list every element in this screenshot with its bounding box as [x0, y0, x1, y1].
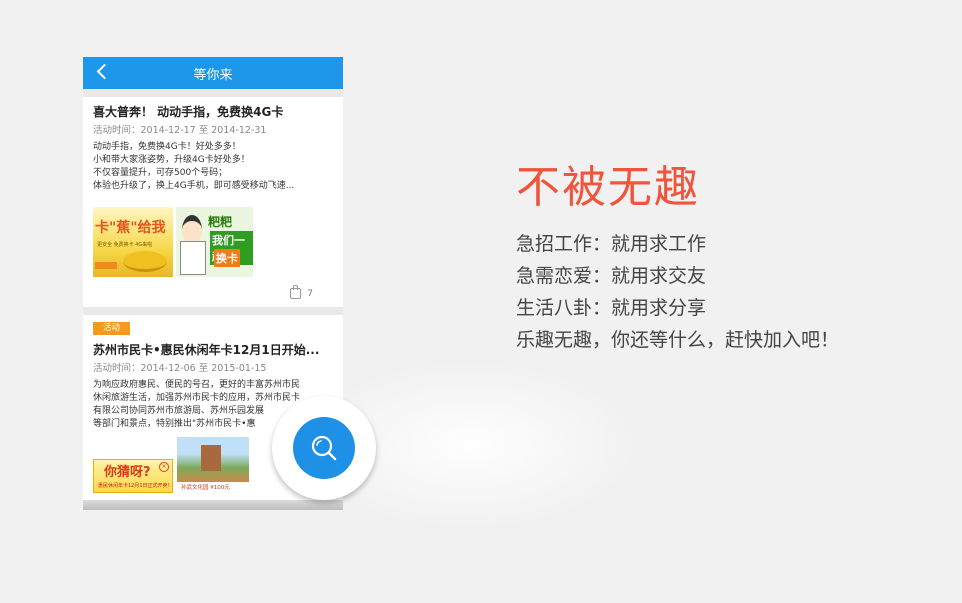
- search-button-circle[interactable]: [293, 417, 355, 479]
- search-icon: [311, 435, 337, 461]
- card-body: 动动手指，免费换4G卡！好处多多！ 小和带大家涨姿势，升级4G卡好处多！ 不仅容…: [93, 141, 333, 193]
- cartoon-body: [180, 241, 206, 275]
- image-text: 卡"蕉"给我: [95, 220, 166, 236]
- card-body-line: 小和带大家涨姿势，升级4G卡好处多！: [93, 155, 250, 165]
- search-button[interactable]: [272, 396, 376, 500]
- promo-title: 不被无趣: [516, 162, 700, 213]
- close-icon: ×: [159, 462, 169, 472]
- promo-lines: 急招工作：就用求工作 急需恋爱：就用求交友 生活八卦：就用求分享 乐趣无趣，你还…: [516, 228, 839, 356]
- back-arrow-icon[interactable]: [96, 63, 113, 80]
- card-date: 活动时间：2014-12-06 至 2015-01-15: [93, 363, 267, 374]
- card-images: 你猜呀? 惠民休闲年卡12月1日正式开卖! × 孙武文化园 ¥100元: [93, 437, 249, 493]
- card-date: 活动时间：2014-12-17 至 2014-12-31: [93, 125, 267, 136]
- promo-line: 生活八卦：就用求分享: [516, 297, 707, 319]
- promo-line: 乐趣无趣，你还等什么，赶快加入吧！: [516, 329, 840, 351]
- top-bar: 等你来: [83, 57, 343, 89]
- image-text: 孙武文化园 ¥100元: [181, 485, 230, 491]
- image-text: 你猜呀?: [104, 465, 151, 480]
- guess-promo-image[interactable]: 你猜呀? 惠民休闲年卡12月1日正式开卖! ×: [93, 459, 173, 493]
- activity-card[interactable]: 喜大普奔！ 动动手指，免费换4G卡 活动时间：2014-12-17 至 2014…: [83, 97, 343, 307]
- thumbs-up-icon[interactable]: [290, 285, 302, 299]
- image-tag: [95, 262, 117, 269]
- park-photo-image[interactable]: 孙武文化园 ¥100元: [177, 437, 249, 493]
- card-body-line: 动动手指，免费换4G卡！好处多多！: [93, 142, 241, 152]
- image-text: 换卡: [214, 249, 240, 267]
- card-images: 卡"蕉"给我 更安全 免费换卡 4G来啦 粑粑 我们一起 换卡: [93, 207, 253, 277]
- banana-shape: [123, 251, 167, 272]
- card-title[interactable]: 喜大普奔！ 动动手指，免费换4G卡: [93, 97, 333, 119]
- image-text: 粑粑: [208, 215, 233, 229]
- banana-promo-image[interactable]: 卡"蕉"给我 更安全 免费换卡 4G来啦: [93, 207, 173, 277]
- card-body-line: 为响应政府惠民、便民的号召，更好的丰富苏州市民: [93, 380, 301, 390]
- card-title[interactable]: 苏州市民卡•惠民休闲年卡12月1日开始...: [93, 335, 333, 357]
- like-count: 7: [307, 288, 313, 299]
- tower-shape: [201, 445, 221, 471]
- status-badge: 活动: [93, 322, 131, 335]
- image-subtext: 更安全 免费换卡 4G来啦: [97, 242, 153, 248]
- page-title: 等你来: [193, 67, 233, 83]
- image-subtext: 惠民休闲年卡12月1日正式开卖!: [98, 483, 170, 489]
- promo-section: 不被无趣 急招工作：就用求工作 急需恋爱：就用求交友 生活八卦：就用求分享 乐趣…: [516, 160, 839, 356]
- card-body-line: 不仅容量提升，可存500个号码；: [93, 168, 228, 178]
- card-body-line: 体验也升级了，换上4G手机，即可感受移动飞速...: [93, 181, 295, 191]
- promo-line: 急招工作：就用求工作: [516, 233, 707, 255]
- like-row[interactable]: 7: [290, 285, 313, 299]
- promo-line: 急需恋爱：就用求交友: [516, 265, 707, 287]
- cartoon-boy-image[interactable]: 粑粑 我们一起 换卡: [176, 207, 253, 277]
